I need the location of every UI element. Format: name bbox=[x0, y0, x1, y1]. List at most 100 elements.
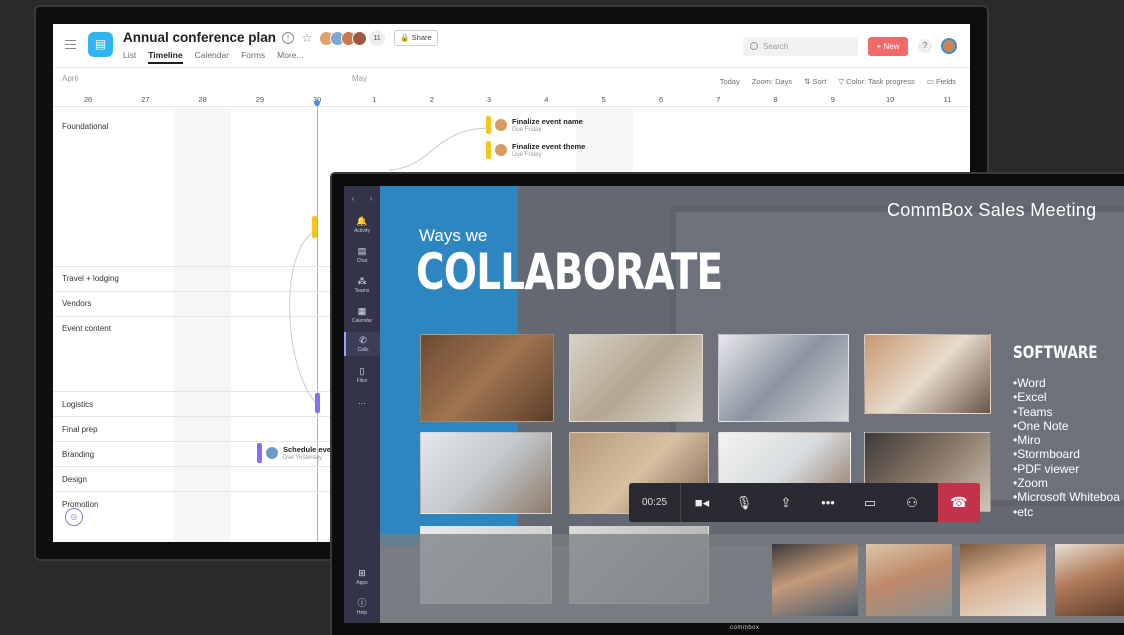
teams-window: ‹ › 🔔 Activity ▤ Chat ⁂ Teams ▦ Calendar ✆ Ca… bbox=[344, 186, 1124, 623]
calendar-icon: ▦ bbox=[357, 306, 367, 316]
chat-icon[interactable]: ▭ bbox=[849, 495, 891, 511]
project-title: Annual conference plan bbox=[123, 30, 277, 45]
task-text: Finalize event theme Due Friday bbox=[512, 142, 585, 159]
fields-button[interactable]: ▭ Fields bbox=[927, 77, 956, 86]
participants-icon[interactable]: ⚇ bbox=[891, 495, 933, 511]
sort-button[interactable]: ⇅ Sort bbox=[804, 77, 826, 86]
rail-nav: ‹ › bbox=[344, 194, 380, 203]
forward-arrow-icon[interactable]: › bbox=[370, 194, 373, 203]
more-options-icon[interactable]: ••• bbox=[807, 495, 849, 510]
task-color-bar bbox=[312, 216, 317, 238]
today-marker bbox=[314, 100, 320, 106]
rail-item-files[interactable]: ▯ Files bbox=[344, 366, 380, 384]
software-item: •One Note bbox=[1013, 418, 1069, 433]
color-button[interactable]: ▽ Color: Task progress bbox=[838, 77, 915, 86]
task-bar[interactable] bbox=[312, 216, 321, 238]
view-tabs: List Timeline Calendar Forms More... bbox=[123, 50, 304, 64]
task-name: Finalize event name bbox=[512, 116, 583, 126]
search-input[interactable]: Search bbox=[743, 37, 858, 56]
task-bar[interactable]: Finalize event name Due Friday bbox=[486, 116, 583, 134]
today-button[interactable]: Today bbox=[720, 77, 740, 86]
help-icon[interactable]: ? bbox=[918, 39, 932, 53]
new-button[interactable]: + New bbox=[868, 37, 908, 56]
collab-photo bbox=[718, 334, 849, 422]
day-label: 8 bbox=[773, 95, 778, 104]
rail-label: Files bbox=[356, 378, 368, 384]
project-header: ▤ Annual conference plan ⌄ i ☆ 11 🔒 Shar… bbox=[53, 24, 970, 68]
rail-item-help[interactable]: ⓘ Help bbox=[344, 596, 380, 616]
share-screen-icon[interactable]: ⇪ bbox=[765, 495, 807, 511]
user-avatar[interactable] bbox=[941, 38, 957, 54]
software-item: •PDF viewer bbox=[1013, 461, 1080, 476]
camera-icon[interactable]: ■◂ bbox=[681, 495, 723, 511]
day-label: 10 bbox=[886, 95, 895, 104]
rail-label: Apps bbox=[356, 580, 368, 586]
task-color-bar bbox=[315, 393, 320, 413]
day-label: 5 bbox=[601, 95, 606, 104]
participant-gallery bbox=[380, 534, 1124, 623]
rail-item-calendar[interactable]: ▦ Calendar bbox=[344, 306, 380, 324]
call-timer: 00:25 bbox=[629, 483, 681, 522]
participant-video[interactable] bbox=[960, 544, 1046, 616]
rail-label: Calls bbox=[357, 347, 369, 353]
assignee-avatar bbox=[495, 144, 507, 156]
day-label: 4 bbox=[544, 95, 549, 104]
slide-heading: COLLABORATE bbox=[416, 243, 723, 301]
brand-logo: commbox bbox=[730, 625, 760, 631]
rail-label: Teams bbox=[354, 288, 370, 294]
rail-item-teams[interactable]: ⁂ Teams bbox=[344, 276, 380, 294]
day-label: 2 bbox=[429, 95, 434, 104]
day-label: 28 bbox=[198, 95, 207, 104]
rail-item-calls[interactable]: ✆ Calls bbox=[344, 332, 380, 356]
search-icon bbox=[750, 42, 758, 50]
participant-video[interactable] bbox=[866, 544, 952, 616]
task-color-bar bbox=[486, 116, 491, 134]
task-bar[interactable] bbox=[315, 393, 324, 413]
share-button[interactable]: 🔒 Share bbox=[394, 30, 438, 46]
timeline-header: April May Today Zoom: Days ⇅ Sort ▽ Colo… bbox=[53, 69, 970, 107]
rail-item-apps[interactable]: ⊞ Apps bbox=[344, 568, 380, 586]
collab-photo bbox=[420, 432, 552, 514]
menu-icon[interactable] bbox=[65, 40, 76, 49]
tab-calendar[interactable]: Calendar bbox=[195, 50, 230, 64]
software-item: •Excel bbox=[1013, 390, 1047, 405]
rail-label: Activity bbox=[354, 228, 370, 234]
app-rail: ‹ › 🔔 Activity ▤ Chat ⁂ Teams ▦ Calendar ✆ Ca… bbox=[344, 186, 380, 623]
member-count: 11 bbox=[369, 31, 385, 46]
sort-label: Sort bbox=[812, 77, 827, 86]
task-color-bar bbox=[257, 443, 262, 463]
software-item: •Teams bbox=[1013, 404, 1053, 419]
software-list: •Word •Excel •Teams •One Note •Miro •Sto… bbox=[1013, 376, 1120, 519]
rail-item-more[interactable]: ... bbox=[344, 396, 380, 406]
hang-up-button[interactable]: ☎ bbox=[938, 483, 980, 522]
timeline-toolbar: Today Zoom: Days ⇅ Sort ▽ Color: Task pr… bbox=[720, 77, 956, 86]
task-name: Schedule eve bbox=[283, 444, 331, 454]
info-icon[interactable]: i bbox=[282, 32, 294, 44]
participant-video[interactable] bbox=[1055, 544, 1124, 616]
assignee-avatar bbox=[495, 119, 507, 131]
rail-item-chat[interactable]: ▤ Chat bbox=[344, 246, 380, 264]
tab-list[interactable]: List bbox=[123, 50, 136, 64]
day-label: 3 bbox=[487, 95, 492, 104]
share-label: Share bbox=[411, 33, 432, 42]
task-bar[interactable]: Schedule eve Due Yesterday bbox=[257, 443, 331, 463]
tab-more[interactable]: More... bbox=[277, 50, 303, 64]
tab-timeline[interactable]: Timeline bbox=[148, 50, 183, 64]
microphone-icon[interactable]: 🎙 bbox=[723, 495, 765, 511]
feedback-icon[interactable]: ◎ bbox=[65, 508, 83, 526]
tab-forms[interactable]: Forms bbox=[241, 50, 265, 64]
member-avatars[interactable]: 11 bbox=[319, 31, 385, 46]
chevron-down-icon[interactable]: ⌄ bbox=[263, 32, 275, 44]
zoom-button[interactable]: Zoom: Days bbox=[752, 77, 792, 86]
assignee-avatar bbox=[266, 447, 278, 459]
back-arrow-icon[interactable]: ‹ bbox=[352, 194, 355, 203]
task-bar[interactable]: Finalize event theme Due Friday bbox=[486, 141, 585, 159]
software-item: •Zoom bbox=[1013, 476, 1048, 491]
star-icon[interactable]: ☆ bbox=[301, 32, 313, 44]
apps-icon: ⊞ bbox=[358, 568, 366, 578]
day-label: 11 bbox=[943, 95, 952, 104]
fields-label: Fields bbox=[935, 77, 956, 86]
participant-video[interactable] bbox=[772, 544, 858, 616]
file-icon: ▯ bbox=[359, 366, 365, 376]
rail-item-activity[interactable]: 🔔 Activity bbox=[344, 216, 380, 234]
